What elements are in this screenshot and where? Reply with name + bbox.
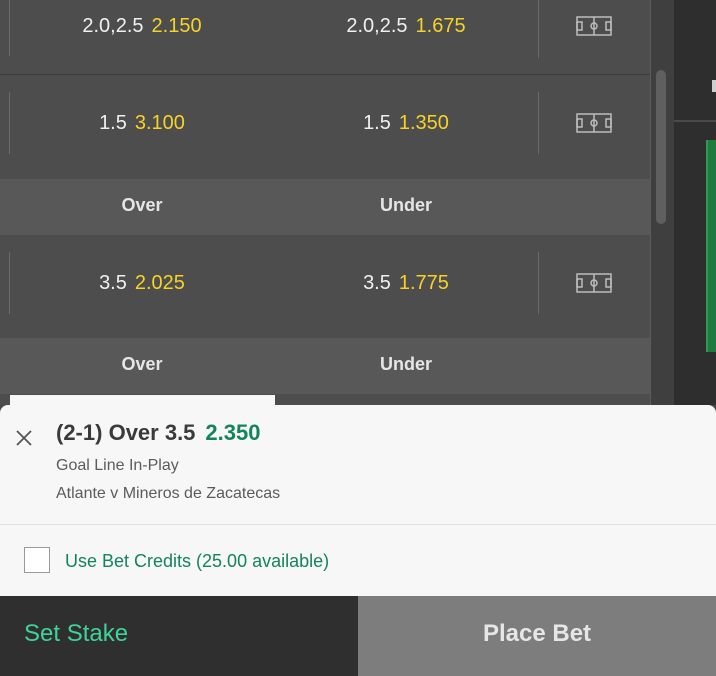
place-bet-button[interactable]: Place Bet — [358, 596, 716, 676]
odds-row: 1.5 3.100 1.5 1.350 — [0, 75, 650, 179]
handicap-label: 3.5 — [99, 272, 127, 294]
market-header: Over Under — [0, 179, 650, 235]
odds-row: 3.5 2.025 3.5 1.775 — [0, 235, 650, 338]
bet-slip-divider — [0, 524, 716, 525]
scrollbar-thumb[interactable] — [656, 70, 666, 224]
column-header-over: Over — [121, 195, 163, 215]
market-name: Goal Line In-Play — [56, 457, 179, 474]
event-name: Atlante v Mineros de Zacatecas — [56, 485, 281, 502]
pitch-icon[interactable] — [576, 16, 612, 36]
odds-price: 2.150 — [151, 15, 202, 37]
odds-button-over[interactable]: 1.5 3.100 — [10, 112, 274, 135]
selection-title: (2-1) Over 3.5 2.350 — [56, 420, 260, 446]
close-icon[interactable] — [14, 428, 34, 448]
handicap-label: 3.5 — [363, 272, 391, 294]
odds-price: 1.350 — [398, 112, 449, 134]
odds-row: 2.0,2.5 2.150 2.0,2.5 1.675 — [0, 0, 650, 74]
odds-price: 2.025 — [134, 272, 185, 294]
bet-credits-label[interactable]: Use Bet Credits (25.00 available) — [65, 551, 329, 572]
set-stake-label: Set Stake — [24, 620, 129, 647]
selection-score: (2-1) — [56, 420, 103, 445]
handicap-label: 2.0,2.5 — [82, 15, 144, 37]
row-divider — [538, 0, 539, 58]
odds-price: 1.675 — [415, 15, 466, 37]
row-divider — [538, 92, 539, 154]
odds-button-under[interactable]: 2.0,2.5 1.675 — [274, 15, 538, 38]
pitch-icon[interactable] — [576, 113, 612, 133]
market-list: 2.0,2.5 2.150 2.0,2.5 1.675 1.5 3.100 1.5 1.… — [0, 0, 650, 405]
odds-price: 1.775 — [398, 272, 449, 294]
bet-credits-checkbox[interactable] — [24, 547, 50, 573]
odds-button-under[interactable]: 3.5 1.775 — [274, 272, 538, 295]
next-panel-edge — [10, 395, 275, 405]
pitch-visualisation — [706, 140, 716, 352]
row-divider — [538, 252, 539, 314]
set-stake-button[interactable]: Set Stake — [0, 596, 358, 676]
handicap-label: 1.5 — [363, 112, 391, 134]
selection-name: Over 3.5 — [108, 420, 196, 445]
column-header-over: Over — [121, 354, 163, 374]
odds-price: 3.100 — [134, 112, 185, 134]
bet-slip: (2-1) Over 3.5 2.350 Goal Line In-Play At… — [0, 405, 716, 596]
column-header-under: Under — [379, 354, 432, 374]
column-header-under: Under — [379, 195, 432, 215]
handicap-label: 2.0,2.5 — [346, 15, 408, 37]
market-header: Over Under — [0, 338, 650, 394]
selection-price: 2.350 — [205, 420, 261, 445]
handicap-label: 1.5 — [99, 112, 127, 134]
side-panel-marker — [712, 80, 716, 92]
odds-button-under[interactable]: 1.5 1.350 — [274, 112, 538, 135]
place-bet-label: Place Bet — [482, 620, 592, 647]
pitch-icon[interactable] — [576, 273, 612, 293]
odds-button-over[interactable]: 2.0,2.5 2.150 — [10, 15, 274, 38]
side-panel-divider — [674, 120, 716, 122]
odds-button-over[interactable]: 3.5 2.025 — [10, 272, 274, 295]
